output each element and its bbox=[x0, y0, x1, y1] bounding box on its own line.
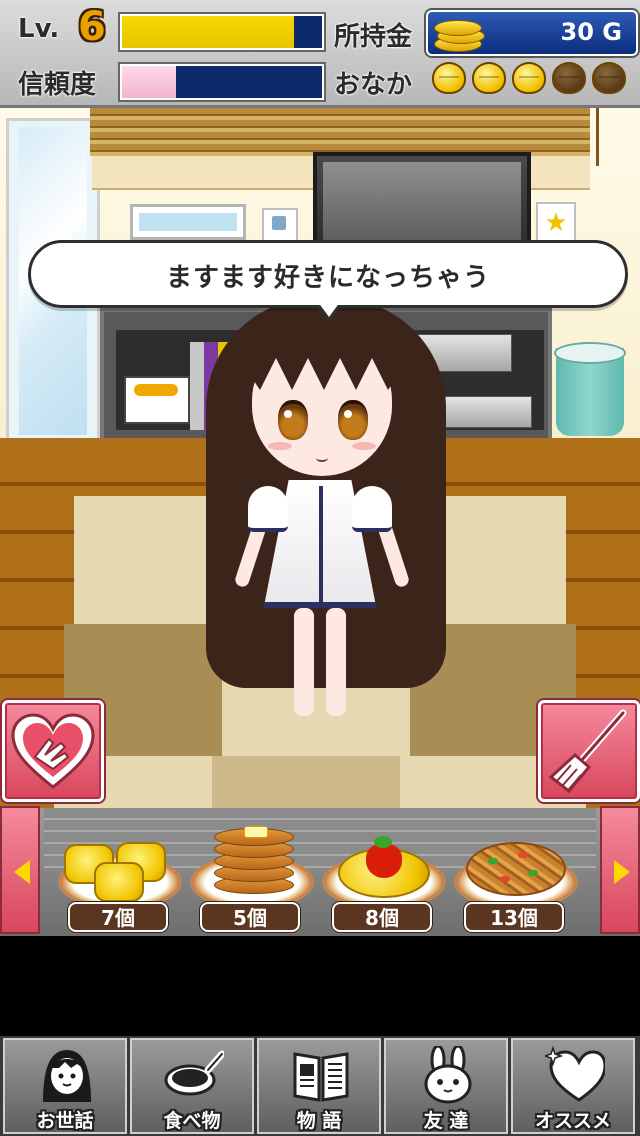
trust-progress-bar bbox=[120, 64, 324, 100]
blind-cord bbox=[596, 108, 599, 166]
food-count: 7個 bbox=[68, 902, 168, 932]
game-box bbox=[124, 376, 190, 424]
nav-label: オススメ bbox=[534, 1110, 611, 1132]
frying-pan-icon bbox=[164, 1050, 224, 1096]
nav-label: 友 達 bbox=[423, 1110, 469, 1132]
nav-label: 物 語 bbox=[296, 1110, 342, 1132]
food-prev-button[interactable] bbox=[0, 806, 40, 934]
clean-button[interactable] bbox=[538, 700, 640, 802]
food-next-button[interactable] bbox=[600, 806, 640, 934]
nav-tab-story[interactable]: 物 語 bbox=[257, 1038, 381, 1134]
gold-coin-icon bbox=[434, 14, 485, 52]
food-count: 13個 bbox=[464, 902, 564, 932]
hunger-empty-icon bbox=[552, 62, 586, 94]
trash-bin bbox=[554, 342, 626, 436]
window-blind bbox=[90, 108, 590, 156]
food-item-yakisoba[interactable]: 13個 bbox=[454, 818, 578, 934]
pet-button[interactable] bbox=[2, 700, 104, 802]
food-item-pancake[interactable]: 5個 bbox=[190, 818, 314, 934]
rabbit-icon bbox=[424, 1046, 472, 1104]
trust-progress-fill bbox=[122, 66, 176, 98]
speech-bubble: ますます好きになっちゃう bbox=[28, 240, 628, 323]
level-label: Lv. bbox=[18, 14, 60, 44]
girl-face-icon bbox=[43, 1050, 91, 1102]
game-screen: Lv. 6 所持金 30 G 信頼度 おなか ★ ますます好きになっちゃう 7個… bbox=[0, 0, 640, 1136]
money-value: 30 G bbox=[560, 18, 622, 46]
arrow-left-icon bbox=[14, 860, 30, 884]
broom-icon bbox=[548, 709, 627, 794]
nav-tab-care[interactable]: お世話 bbox=[3, 1038, 127, 1134]
nav-tab-recommend[interactable]: オススメ bbox=[511, 1038, 635, 1134]
food-item-omurice[interactable]: 8個 bbox=[322, 818, 446, 934]
hunger-label: おなか bbox=[334, 70, 413, 100]
nav-label: 食べ物 bbox=[163, 1110, 221, 1132]
heart-hand-icon bbox=[11, 713, 95, 789]
hunger-empty-icon bbox=[592, 62, 626, 94]
nav-tab-friends[interactable]: 友 達 bbox=[384, 1038, 508, 1134]
food-count: 8個 bbox=[332, 902, 432, 932]
robot-poster bbox=[262, 208, 298, 242]
status-bar: Lv. 6 所持金 30 G 信頼度 おなか bbox=[0, 0, 640, 108]
level-value: 6 bbox=[78, 4, 106, 50]
television bbox=[313, 152, 531, 254]
hunger-full-icon bbox=[432, 62, 466, 94]
food-item-tamagoyaki[interactable]: 7個 bbox=[58, 818, 182, 934]
hunger-full-icon bbox=[472, 62, 506, 94]
speech-text: ますます好きになっちゃう bbox=[165, 263, 490, 293]
nav-tab-food[interactable]: 食べ物 bbox=[130, 1038, 254, 1134]
food-count: 5個 bbox=[200, 902, 300, 932]
level-progress-bar bbox=[120, 14, 324, 50]
trust-label: 信頼度 bbox=[18, 70, 97, 100]
book-icon bbox=[293, 1052, 349, 1102]
arrow-right-icon bbox=[614, 860, 630, 884]
hunger-full-icon bbox=[512, 62, 546, 94]
money-box[interactable]: 30 G bbox=[426, 10, 638, 56]
wall-picture bbox=[130, 204, 246, 240]
money-label: 所持金 bbox=[334, 22, 413, 52]
level-progress-fill bbox=[122, 16, 294, 48]
heart-sparkle-icon bbox=[545, 1046, 605, 1102]
bottom-nav: お世話 食べ物 物 語 友 達 オススメ bbox=[0, 1036, 640, 1136]
nav-label: お世話 bbox=[36, 1110, 94, 1132]
rug-tile bbox=[212, 756, 400, 808]
